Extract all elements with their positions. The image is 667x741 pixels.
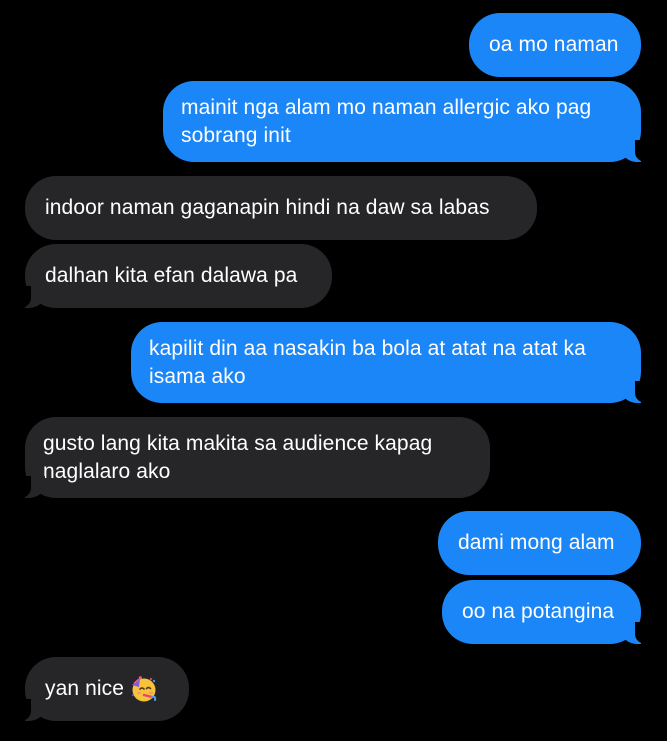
message-text: oa mo naman (489, 33, 619, 56)
message-bubble-sent[interactable]: kapilit din aa nasakin ba bola at atat n… (131, 322, 648, 403)
message-text: dami mong alam (458, 531, 615, 554)
bubble-tail (18, 286, 45, 308)
message-bubble-sent[interactable]: oo na potangina (442, 580, 648, 644)
bubble-tail (621, 140, 648, 162)
message-bubble-received[interactable]: indoor naman gaganapin hindi na daw sa l… (25, 176, 537, 240)
message-text: gusto lang kita makita sa audience kapag… (43, 431, 433, 483)
bubble-tail (18, 699, 45, 721)
partying-face-icon (130, 675, 158, 703)
bubble-tail (621, 622, 648, 644)
bubble-tail (18, 476, 45, 498)
message-text: kapilit din aa nasakin ba bola at atat n… (149, 336, 586, 388)
message-bubble-received[interactable]: gusto lang kita makita sa audience kapag… (18, 417, 490, 498)
message-bubble-sent[interactable]: oa mo naman (469, 13, 641, 77)
message-bubble-received[interactable]: dalhan kita efan dalawa pa (18, 244, 332, 308)
bubble-tail (621, 381, 648, 403)
message-text: yan nice (45, 677, 125, 700)
message-bubble-sent[interactable]: dami mong alam (438, 511, 641, 575)
message-text: indoor naman gaganapin hindi na daw sa l… (45, 196, 490, 219)
message-text: dalhan kita efan dalawa pa (45, 264, 298, 287)
message-bubble-sent[interactable]: mainit nga alam mo naman allergic ako pa… (163, 81, 648, 162)
message-bubble-received[interactable]: yan nice (18, 657, 189, 721)
message-thread: oa mo naman mainit nga alam mo naman all… (0, 0, 667, 741)
message-text: mainit nga alam mo naman allergic ako pa… (181, 95, 592, 147)
message-text: oo na potangina (462, 600, 615, 623)
